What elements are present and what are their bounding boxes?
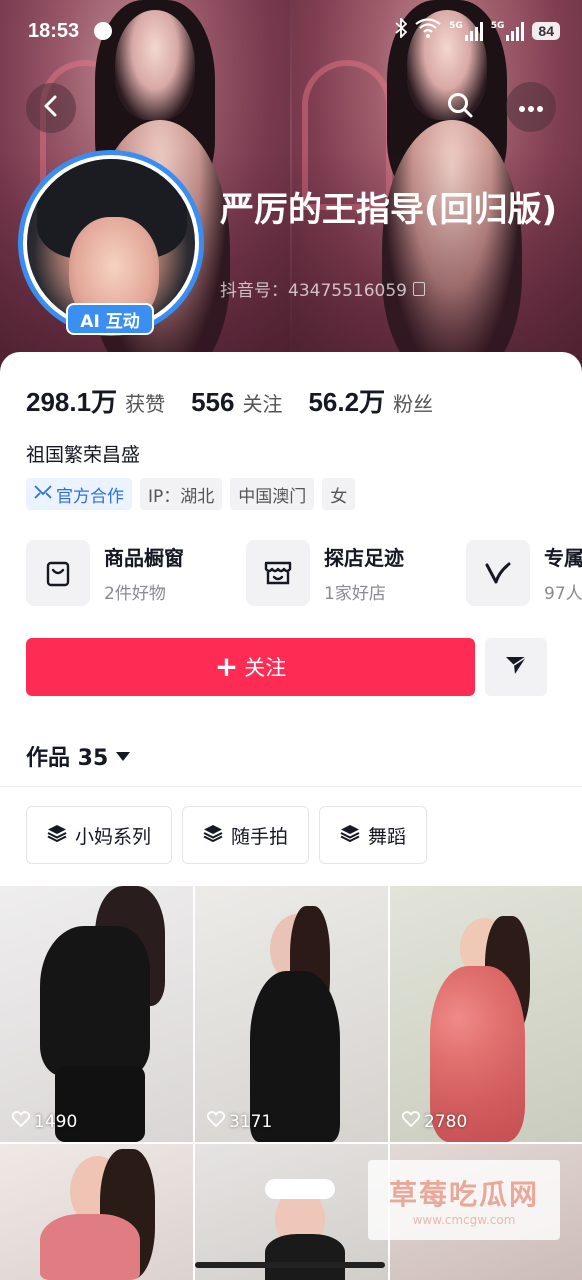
layers-icon <box>203 824 223 847</box>
video-likes: 1490 <box>11 1111 78 1132</box>
profile-name: 严厉的王指导(回归版) <box>220 190 558 230</box>
stat-likes-number: 298.1万 <box>26 387 118 417</box>
heart-icon <box>401 1111 421 1132</box>
plus-icon: + <box>214 650 239 683</box>
heart-icon <box>206 1111 226 1132</box>
follow-button[interactable]: + 关注 <box>26 638 475 696</box>
tag-official-label: 官方合作 <box>56 486 124 507</box>
back-button[interactable] <box>26 83 76 133</box>
profile-bio: 祖国繁荣昌盛 <box>26 444 141 466</box>
collection-label: 随手拍 <box>231 825 289 848</box>
douyin-id[interactable]: 抖音号：43475516059 <box>220 276 425 301</box>
stat-followers-number: 56.2万 <box>308 387 386 417</box>
network-label-1: 5G <box>449 20 463 31</box>
collection-chip[interactable]: 小妈系列 <box>26 806 173 864</box>
wifi-icon <box>415 18 441 43</box>
battery-indicator: 84 <box>532 21 560 40</box>
stat-likes[interactable]: 298.1万 获赞 <box>26 382 165 419</box>
video-thumbnail[interactable]: 2780 <box>390 886 582 1142</box>
douyin-id-text: 抖音号：43475516059 <box>220 281 407 301</box>
tag-ip: IP：湖北 <box>140 478 223 510</box>
shortcut-exclusive-title: 专属 <box>544 546 582 570</box>
stat-followers[interactable]: 56.2万 粉丝 <box>308 382 433 419</box>
send-icon <box>504 654 528 680</box>
profile-stats: 298.1万 获赞 556 关注 56.2万 粉丝 <box>26 382 459 419</box>
official-partner-icon <box>34 484 52 504</box>
tag-gender: 女 <box>322 478 356 510</box>
signal-icon-2 <box>506 21 525 41</box>
network-label-2: 5G <box>490 20 505 31</box>
layers-icon <box>340 824 360 847</box>
home-indicator[interactable] <box>195 1262 385 1268</box>
video-likes-count: 2780 <box>424 1111 468 1132</box>
video-thumbnail[interactable]: 1490 <box>0 886 193 1142</box>
shortcut-shop-sub: 2件好物 <box>104 584 166 604</box>
collection-label: 小妈系列 <box>75 825 152 848</box>
stat-following-label: 关注 <box>242 392 283 416</box>
signal-icon <box>464 21 483 41</box>
shortcut-shop-window[interactable]: 商品橱窗 2件好物 <box>26 540 246 606</box>
status-bar: 18:53 5G 5G 84 <box>0 0 582 64</box>
stat-followers-label: 粉丝 <box>393 392 434 416</box>
profile-tags: 官方合作 IP：湖北 中国澳门 女 <box>26 478 356 510</box>
ai-interact-badge[interactable]: AI 互动 <box>66 303 154 335</box>
video-thumbnail[interactable] <box>0 1144 193 1280</box>
telegram-icon <box>94 22 112 40</box>
layers-icon <box>47 824 67 847</box>
video-thumbnail[interactable]: 3171 <box>195 886 388 1142</box>
video-likes: 3171 <box>206 1111 273 1132</box>
search-button[interactable] <box>435 82 485 132</box>
shortcut-store-visits[interactable]: 探店足迹 1家好店 <box>246 540 466 606</box>
collection-label: 舞蹈 <box>368 825 407 848</box>
watermark-url: www.cmcgw.com <box>412 1213 516 1227</box>
dropdown-triangle-icon <box>116 751 131 761</box>
divider <box>0 786 582 787</box>
video-thumbnail[interactable] <box>195 1144 388 1280</box>
stat-following-number: 556 <box>191 387 235 417</box>
search-icon <box>446 91 474 123</box>
shortcut-store-sub: 1家好店 <box>324 584 386 604</box>
copy-icon <box>412 281 425 296</box>
follow-label: 关注 <box>244 656 287 680</box>
video-likes-count: 3171 <box>229 1111 273 1132</box>
store-icon <box>246 540 310 606</box>
watermark: 草莓吃瓜网 www.cmcgw.com <box>368 1160 560 1240</box>
collection-chip[interactable]: 舞蹈 <box>319 806 428 864</box>
stat-following[interactable]: 556 关注 <box>191 387 282 418</box>
shortcut-store-title: 探店足迹 <box>324 546 404 570</box>
more-dots-icon <box>518 98 544 117</box>
video-likes-count: 1490 <box>34 1111 78 1132</box>
watermark-title: 草莓吃瓜网 <box>388 1178 539 1211</box>
v-icon <box>466 540 530 606</box>
works-label: 作品 35 <box>26 746 109 771</box>
tag-location: 中国澳门 <box>230 478 315 510</box>
tag-official[interactable]: 官方合作 <box>26 478 132 510</box>
more-button[interactable] <box>506 82 556 132</box>
shortcut-exclusive-sub: 97人 <box>544 584 582 604</box>
video-likes: 2780 <box>401 1111 468 1132</box>
shopping-bag-icon <box>26 540 90 606</box>
chevron-left-icon <box>41 94 61 122</box>
profile-shortcuts: 商品橱窗 2件好物 探店足迹 1家好店 专属 97人 <box>26 540 582 606</box>
heart-icon <box>11 1111 31 1132</box>
shortcut-shop-title: 商品橱窗 <box>104 546 184 570</box>
stat-likes-label: 获赞 <box>125 392 166 416</box>
bluetooth-icon <box>395 16 408 43</box>
share-button[interactable] <box>485 638 547 696</box>
works-tab[interactable]: 作品 35 <box>26 740 131 772</box>
collections-row: 小妈系列 随手拍 舞蹈 <box>26 806 428 864</box>
status-time: 18:53 <box>28 20 80 42</box>
shortcut-exclusive[interactable]: 专属 97人 <box>466 540 582 606</box>
collection-chip[interactable]: 随手拍 <box>182 806 310 864</box>
